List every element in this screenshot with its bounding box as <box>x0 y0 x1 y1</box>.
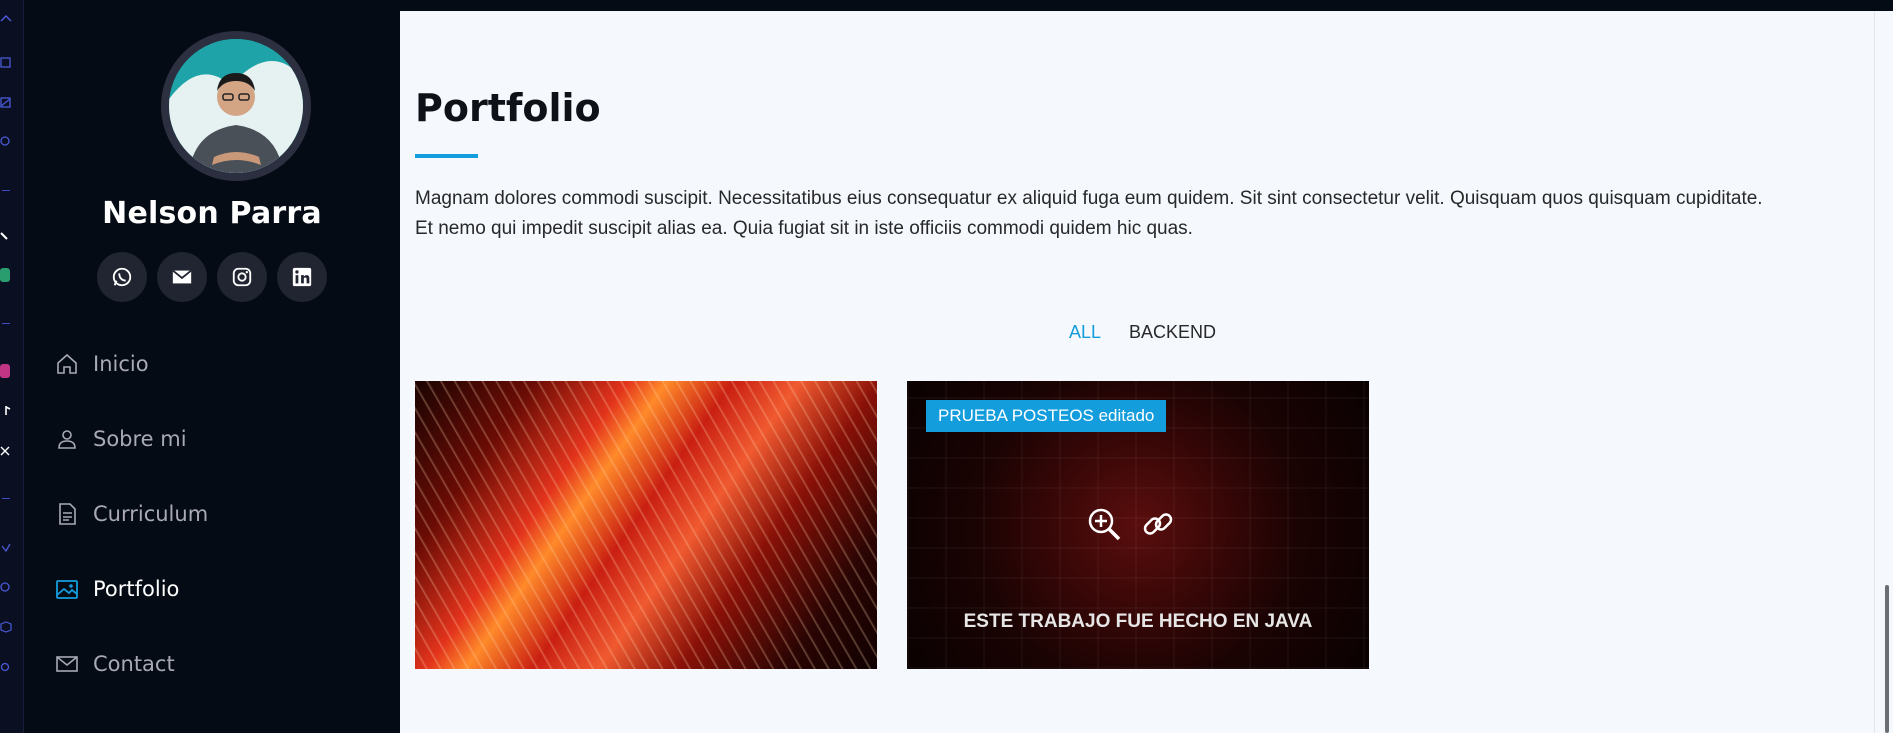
file-icon <box>54 501 80 527</box>
portfolio-item[interactable]: PRUEBA POSTEOS editado ESTE TRABAJO FUE … <box>907 381 1369 669</box>
title-underline <box>415 154 478 158</box>
zoom-in-icon[interactable] <box>1085 505 1123 543</box>
filter-all[interactable]: ALL <box>1069 322 1101 343</box>
nav-curriculum[interactable]: Curriculum <box>54 494 208 534</box>
divider <box>2 498 10 499</box>
nav-sobre-mi[interactable]: Sobre mi <box>54 419 187 459</box>
portfolio-image <box>415 381 877 669</box>
box-icon[interactable] <box>0 55 12 69</box>
nav-inicio[interactable]: Inicio <box>54 344 149 384</box>
top-border <box>400 0 1893 11</box>
divider <box>2 323 10 324</box>
nav-contact[interactable]: Contact <box>54 644 175 684</box>
linkedin-link[interactable] <box>277 252 327 302</box>
tiktok-icon[interactable] <box>0 404 12 418</box>
nav-label: Curriculum <box>93 502 209 526</box>
instagram-icon <box>232 267 252 287</box>
nav-portfolio[interactable]: Portfolio <box>54 569 179 609</box>
instagram-app-icon[interactable] <box>0 364 10 378</box>
nav-label: Sobre mi <box>93 427 187 451</box>
tool-icon[interactable] <box>0 229 12 243</box>
house-icon <box>54 351 80 377</box>
settings-icon[interactable] <box>0 660 12 674</box>
portfolio-tag: PRUEBA POSTEOS editado <box>926 400 1167 432</box>
x-icon[interactable] <box>0 444 12 458</box>
envelope-icon <box>172 269 192 284</box>
description-line: Magnam dolores commodi suscipit. Necessi… <box>415 188 1763 209</box>
profile-photo <box>169 39 303 173</box>
portfolio-item[interactable] <box>415 381 877 669</box>
nav-label: Portfolio <box>93 577 180 601</box>
section-description: Magnam dolores commodi suscipit. Necessi… <box>415 184 1875 244</box>
chevron-up-icon[interactable] <box>0 12 12 26</box>
gear-icon[interactable] <box>0 134 12 148</box>
whatsapp-icon <box>112 267 132 287</box>
globe-icon[interactable] <box>0 580 12 594</box>
portfolio-caption: ESTE TRABAJO FUE HECHO EN JAVA <box>963 611 1313 632</box>
filter-backend[interactable]: BACKEND <box>1129 322 1216 343</box>
description-line: Et nemo qui impedit suscipit alias ea. Q… <box>415 218 1193 239</box>
editor-side-strip <box>0 0 24 733</box>
envelope-icon <box>54 651 80 677</box>
heart-icon[interactable] <box>0 540 12 554</box>
linkedin-icon <box>292 267 312 287</box>
email-link[interactable] <box>157 252 207 302</box>
avatar <box>161 31 311 181</box>
link-icon[interactable] <box>1139 505 1177 543</box>
nav-label: Inicio <box>93 352 149 376</box>
profile-name: Nelson Parra <box>102 196 322 231</box>
nav-label: Contact <box>93 652 175 676</box>
divider <box>2 190 10 191</box>
extension-icon[interactable] <box>0 268 10 282</box>
scrollbar-thumb[interactable] <box>1885 585 1889 733</box>
images-icon <box>54 576 80 602</box>
scrollbar[interactable] <box>1874 11 1893 733</box>
cube-icon[interactable] <box>0 620 12 634</box>
section-title: Portfolio <box>415 86 601 130</box>
whatsapp-link[interactable] <box>97 252 147 302</box>
instagram-link[interactable] <box>217 252 267 302</box>
person-icon <box>54 426 80 452</box>
sidebar: Nelson Parra Inicio Sobre mi Curriculum … <box>24 0 400 733</box>
image-icon[interactable] <box>0 95 12 109</box>
